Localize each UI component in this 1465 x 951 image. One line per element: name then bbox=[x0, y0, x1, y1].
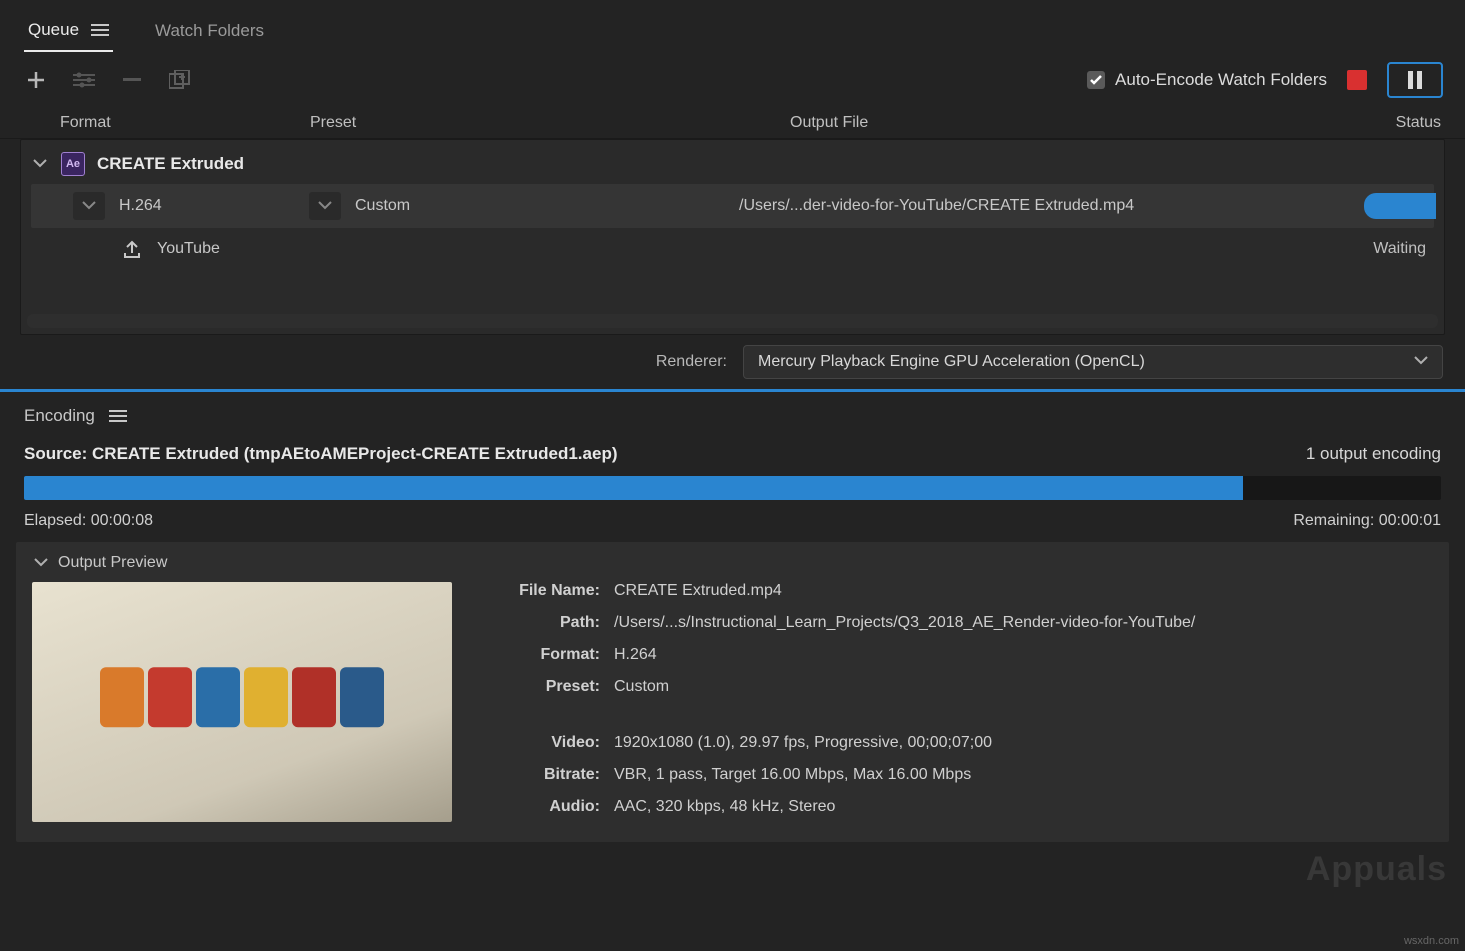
output-row[interactable]: H.264 Custom /Users/...der-video-for-You… bbox=[31, 184, 1434, 228]
publish-target: YouTube bbox=[157, 240, 1373, 258]
chevron-down-icon bbox=[1414, 353, 1428, 371]
status-progress bbox=[1364, 193, 1436, 219]
duplicate-button[interactable] bbox=[166, 66, 194, 94]
source-tag: wsxdn.com bbox=[1404, 935, 1459, 947]
encoding-source: Source: CREATE Extruded (tmpAEtoAMEProje… bbox=[24, 444, 618, 464]
col-preset: Preset bbox=[310, 114, 790, 132]
value-bitrate: VBR, 1 pass, Target 16.00 Mbps, Max 16.0… bbox=[614, 766, 1433, 790]
auto-encode-label: Auto-Encode Watch Folders bbox=[1115, 70, 1327, 90]
auto-encode-checkbox[interactable]: Auto-Encode Watch Folders bbox=[1087, 70, 1327, 90]
format-dropdown[interactable] bbox=[73, 192, 105, 220]
encoding-progress-bar bbox=[24, 476, 1441, 500]
upload-icon bbox=[121, 238, 143, 260]
label-bitrate: Bitrate: bbox=[480, 766, 600, 790]
add-source-button[interactable] bbox=[22, 66, 50, 94]
encoding-progress-fill bbox=[24, 476, 1243, 500]
value-video: 1920x1080 (1.0), 29.97 fps, Progressive,… bbox=[614, 734, 1433, 758]
label-filename: File Name: bbox=[480, 582, 600, 606]
preview-metadata: File Name: CREATE Extruded.mp4 Path: /Us… bbox=[480, 582, 1433, 822]
col-output: Output File bbox=[790, 114, 1361, 132]
encoding-outputs: 1 output encoding bbox=[1306, 444, 1441, 464]
tab-watch-folders-label: Watch Folders bbox=[155, 21, 264, 41]
watermark: Appuals bbox=[1306, 850, 1447, 889]
value-preset: Custom bbox=[614, 678, 1433, 702]
label-video: Video: bbox=[480, 734, 600, 758]
col-status: Status bbox=[1361, 114, 1441, 132]
tab-queue-label: Queue bbox=[28, 20, 79, 40]
renderer-select[interactable]: Mercury Playback Engine GPU Acceleration… bbox=[743, 345, 1443, 379]
chevron-down-icon[interactable] bbox=[31, 155, 49, 173]
renderer-label: Renderer: bbox=[656, 353, 727, 371]
remaining-time: Remaining: 00:00:01 bbox=[1293, 512, 1441, 530]
hamburger-icon[interactable] bbox=[109, 410, 127, 422]
column-headers: Format Preset Output File Status bbox=[0, 108, 1465, 139]
value-format: H.264 bbox=[614, 646, 1433, 670]
queue-list: Ae CREATE Extruded H.264 Custom /Users/.… bbox=[20, 139, 1445, 335]
hamburger-icon[interactable] bbox=[91, 24, 109, 36]
publish-row[interactable]: YouTube Waiting bbox=[31, 230, 1434, 268]
elapsed-time: Elapsed: 00:00:08 bbox=[24, 512, 153, 530]
queue-item[interactable]: Ae CREATE Extruded H.264 Custom /Users/.… bbox=[21, 140, 1444, 274]
scrollbar[interactable] bbox=[27, 314, 1438, 328]
publish-status: Waiting bbox=[1373, 240, 1434, 258]
chevron-down-icon[interactable] bbox=[32, 554, 50, 572]
value-path: /Users/...s/Instructional_Learn_Projects… bbox=[614, 614, 1433, 638]
tab-watch-folders[interactable]: Watch Folders bbox=[151, 13, 268, 51]
col-format: Format bbox=[60, 114, 310, 132]
source-name: CREATE Extruded bbox=[97, 154, 244, 174]
ae-badge-icon: Ae bbox=[61, 152, 85, 176]
label-path: Path: bbox=[480, 614, 600, 638]
check-icon bbox=[1087, 71, 1105, 89]
value-filename: CREATE Extruded.mp4 bbox=[614, 582, 1433, 606]
renderer-selected: Mercury Playback Engine GPU Acceleration… bbox=[758, 353, 1145, 371]
label-audio: Audio: bbox=[480, 798, 600, 822]
pause-button[interactable] bbox=[1387, 62, 1443, 98]
settings-icon[interactable] bbox=[70, 66, 98, 94]
preset-dropdown[interactable] bbox=[309, 192, 341, 220]
preview-thumbnail bbox=[32, 582, 452, 822]
format-value[interactable]: H.264 bbox=[119, 197, 309, 215]
preview-title: Output Preview bbox=[58, 554, 167, 572]
value-audio: AAC, 320 kbps, 48 kHz, Stereo bbox=[614, 798, 1433, 822]
output-path[interactable]: /Users/...der-video-for-YouTube/CREATE E… bbox=[739, 197, 1364, 215]
label-format: Format: bbox=[480, 646, 600, 670]
stop-button[interactable] bbox=[1347, 70, 1367, 90]
preset-value[interactable]: Custom bbox=[355, 197, 410, 215]
tab-queue[interactable]: Queue bbox=[24, 12, 113, 52]
remove-button[interactable] bbox=[118, 66, 146, 94]
encoding-title: Encoding bbox=[24, 406, 95, 426]
label-preset: Preset: bbox=[480, 678, 600, 702]
